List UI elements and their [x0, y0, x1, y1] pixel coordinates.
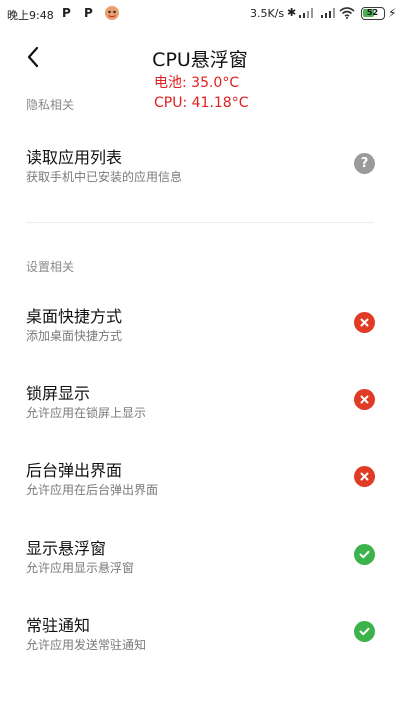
permission-row-background-popup[interactable]: 后台弹出界面 允许应用在后台弹出界面: [0, 445, 400, 511]
app-notification-icon: [105, 6, 119, 20]
notification-p-icon: P: [84, 6, 93, 20]
check-circle-icon[interactable]: [354, 621, 375, 642]
x-circle-icon[interactable]: [354, 389, 375, 410]
permission-title: 锁屏显示: [26, 384, 91, 403]
page-title: CPU悬浮窗: [152, 49, 248, 71]
signal-icon: [321, 8, 335, 18]
status-time: 晚上9:48: [7, 9, 54, 22]
section-divider: [26, 222, 374, 223]
permission-desc: 允许应用发送常驻通知: [26, 638, 147, 652]
permission-title: 常驻通知: [26, 616, 91, 635]
permission-row-floating-window[interactable]: 显示悬浮窗 允许应用显示悬浮窗: [0, 523, 400, 589]
signal-icon: [299, 8, 313, 18]
bluetooth-icon: ✱: [287, 6, 297, 19]
permission-title: 后台弹出界面: [26, 461, 123, 480]
permission-desc: 添加桌面快捷方式: [26, 329, 123, 343]
permission-desc: 允许应用在锁屏上显示: [26, 406, 147, 420]
permission-title: 读取应用列表: [26, 148, 123, 167]
notification-p-icon: P: [62, 6, 71, 20]
permission-desc: 允许应用显示悬浮窗: [26, 561, 135, 575]
cpu-float-overlay[interactable]: 电池: 35.0°C CPU: 41.18°C: [154, 73, 249, 113]
permission-row-desktop-shortcut[interactable]: 桌面快捷方式 添加桌面快捷方式: [0, 291, 400, 357]
permission-row-read-app-list[interactable]: 读取应用列表 获取手机中已安装的应用信息 ?: [0, 132, 400, 198]
status-bar: 晚上9:48 P P 3.5K/s ✱ 52 ⚡: [0, 0, 400, 28]
wifi-icon: [339, 7, 355, 19]
section-header-settings: 设置相关: [26, 260, 75, 274]
permission-desc: 获取手机中已安装的应用信息: [26, 170, 183, 184]
cpu-temp: CPU: 41.18°C: [154, 95, 249, 111]
battery-level: 52: [366, 8, 379, 17]
permission-row-persistent-notification[interactable]: 常驻通知 允许应用发送常驻通知: [0, 600, 400, 666]
permission-title: 显示悬浮窗: [26, 539, 107, 558]
permission-row-lock-screen[interactable]: 锁屏显示 允许应用在锁屏上显示: [0, 368, 400, 434]
check-circle-icon[interactable]: [354, 544, 375, 565]
section-header-privacy: 隐私相关: [26, 98, 75, 112]
permission-title: 桌面快捷方式: [26, 307, 123, 326]
x-circle-icon[interactable]: [354, 466, 375, 487]
battery-temp: 电池: 35.0°C: [154, 75, 240, 91]
charging-icon: ⚡: [388, 6, 397, 20]
network-speed: 3.5K/s: [250, 7, 285, 20]
x-circle-icon[interactable]: [354, 312, 375, 333]
battery-icon: 52: [361, 7, 385, 20]
permission-desc: 允许应用在后台弹出界面: [26, 483, 159, 497]
question-icon[interactable]: ?: [354, 153, 375, 174]
